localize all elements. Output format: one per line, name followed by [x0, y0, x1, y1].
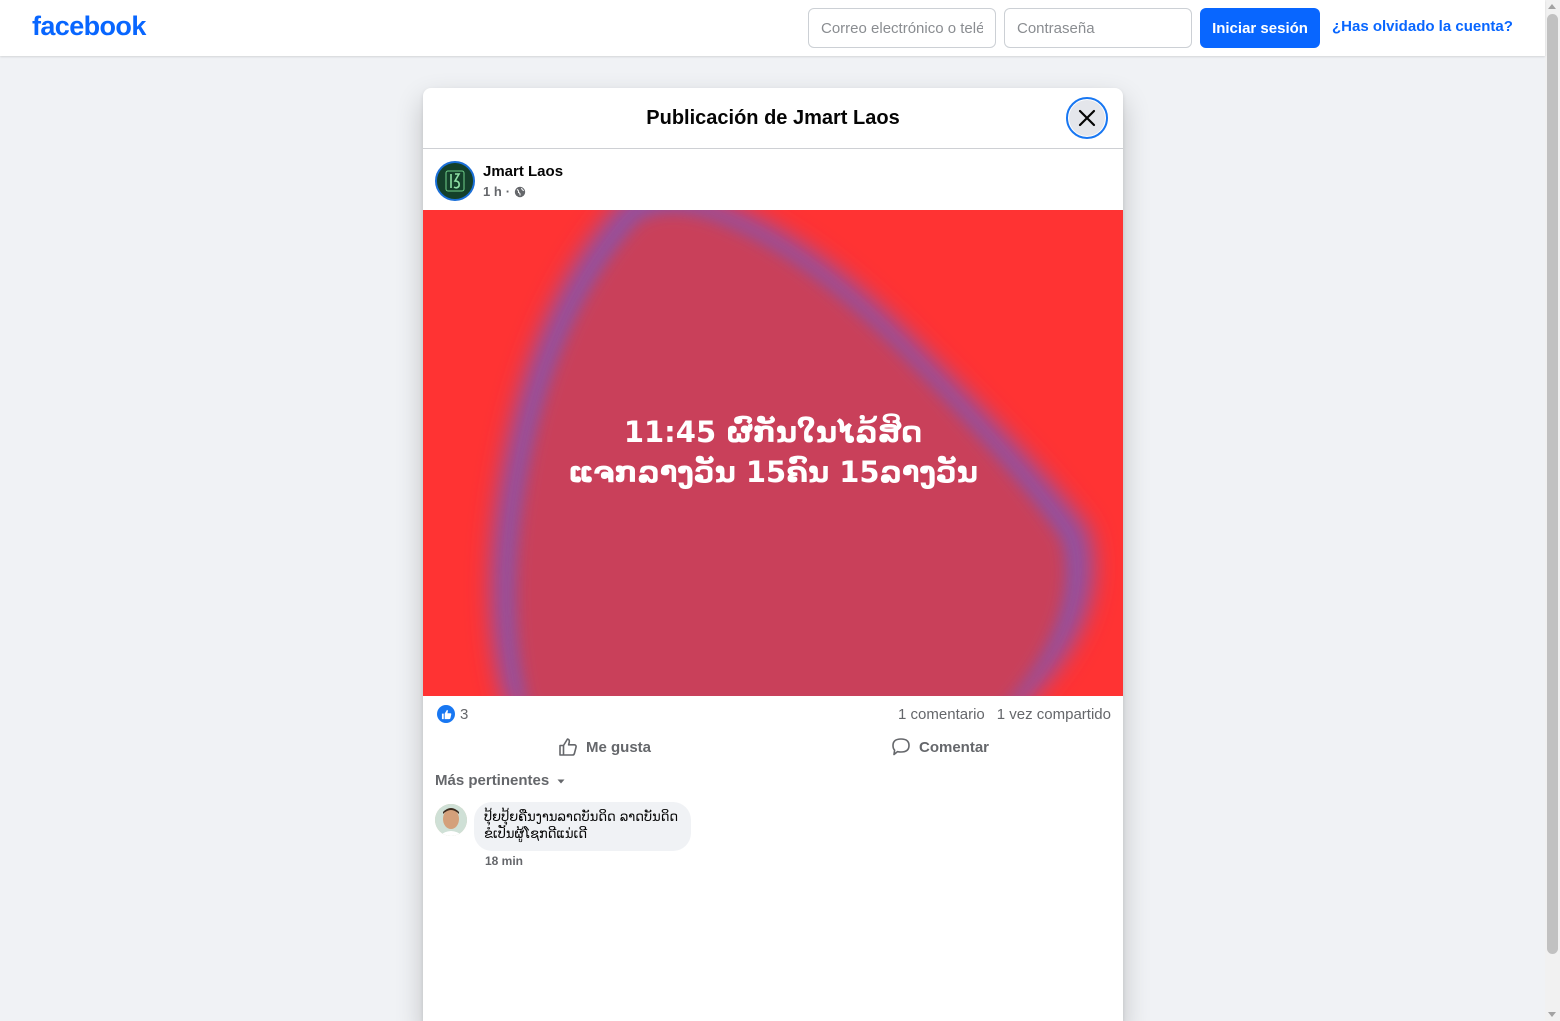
scroll-up-icon[interactable] [1548, 4, 1556, 9]
comment-button[interactable]: Comentar [891, 733, 989, 761]
post-time[interactable]: 1 h [483, 184, 502, 199]
thumbs-up-icon [559, 738, 577, 756]
meta-separator: · [505, 184, 511, 199]
facebook-logo[interactable]: facebook [32, 11, 146, 42]
scrollbar-thumb[interactable] [1547, 14, 1558, 954]
sort-label: Más pertinentes [435, 772, 550, 789]
image-text-line-2: ແຈກລາງວັນ 15ຄົນ 15ລາງວັນ [568, 455, 978, 489]
top-navigation-bar: facebook Iniciar sesión ¿Has olvidado la… [0, 0, 1545, 56]
forgot-account-link[interactable]: ¿Has olvidado la cuenta? [1332, 18, 1513, 35]
comment-icon [892, 738, 910, 756]
caret-down-icon [557, 779, 565, 783]
globe-icon [514, 186, 526, 197]
scroll-down-icon[interactable] [1548, 1012, 1556, 1017]
post-dialog: Publicación de Jmart Laos Jmart Laos 1 h… [423, 88, 1123, 1021]
password-field[interactable] [1004, 8, 1192, 48]
like-count[interactable]: 3 [460, 706, 468, 723]
post-header: Jmart Laos 1 h · [423, 149, 1123, 210]
comment-time[interactable]: 18 min [485, 854, 523, 868]
share-count[interactable]: 1 vez compartido [997, 706, 1111, 723]
comment-count[interactable]: 1 comentario [898, 706, 985, 723]
close-button[interactable] [1066, 97, 1108, 139]
image-text-line-1: 11:45 ຜົກັນໃນໄລ້ສິດ [623, 415, 923, 449]
post-image-text: 11:45 ຜົກັນໃນໄລ້ສິດ ແຈກລາງວັນ 15ຄົນ 15ລາ… [423, 412, 1123, 492]
post-author[interactable]: Jmart Laos [483, 163, 563, 180]
commenter-avatar[interactable] [435, 804, 467, 836]
like-reaction-icon[interactable] [437, 705, 455, 723]
dialog-header: Publicación de Jmart Laos [423, 88, 1123, 149]
login-button[interactable]: Iniciar sesión [1200, 8, 1320, 48]
post-image[interactable]: 11:45 ຜົກັນໃນໄລ້ສິດ ແຈກລາງວັນ 15ຄົນ 15ລາ… [423, 210, 1123, 696]
close-icon [1078, 109, 1096, 127]
dialog-title: Publicación de Jmart Laos [646, 106, 900, 129]
post-stats: 3 1 comentario 1 vez compartido [435, 705, 1111, 725]
comment-button-label: Comentar [919, 738, 990, 756]
comment-bubble: ປຸ້ຍປຸ້ຍຄືນງານລາດບັນດິດ ລາດບັນດິດ ຂໍເປັນ… [474, 802, 691, 851]
like-button-label: Me gusta [586, 738, 652, 756]
like-button[interactable]: Me gusta [558, 733, 651, 761]
comment-text: ປຸ້ຍປຸ້ຍຄືນງານລາດບັນດິດ ລາດບັນດິດ ຂໍເປັນ… [484, 810, 679, 842]
email-field[interactable] [808, 8, 996, 48]
comment-sort-selector[interactable]: Más pertinentes [435, 772, 567, 789]
page-avatar[interactable] [435, 161, 475, 201]
post-meta: 1 h · [483, 184, 526, 199]
page-scrollbar[interactable] [1545, 0, 1560, 1021]
